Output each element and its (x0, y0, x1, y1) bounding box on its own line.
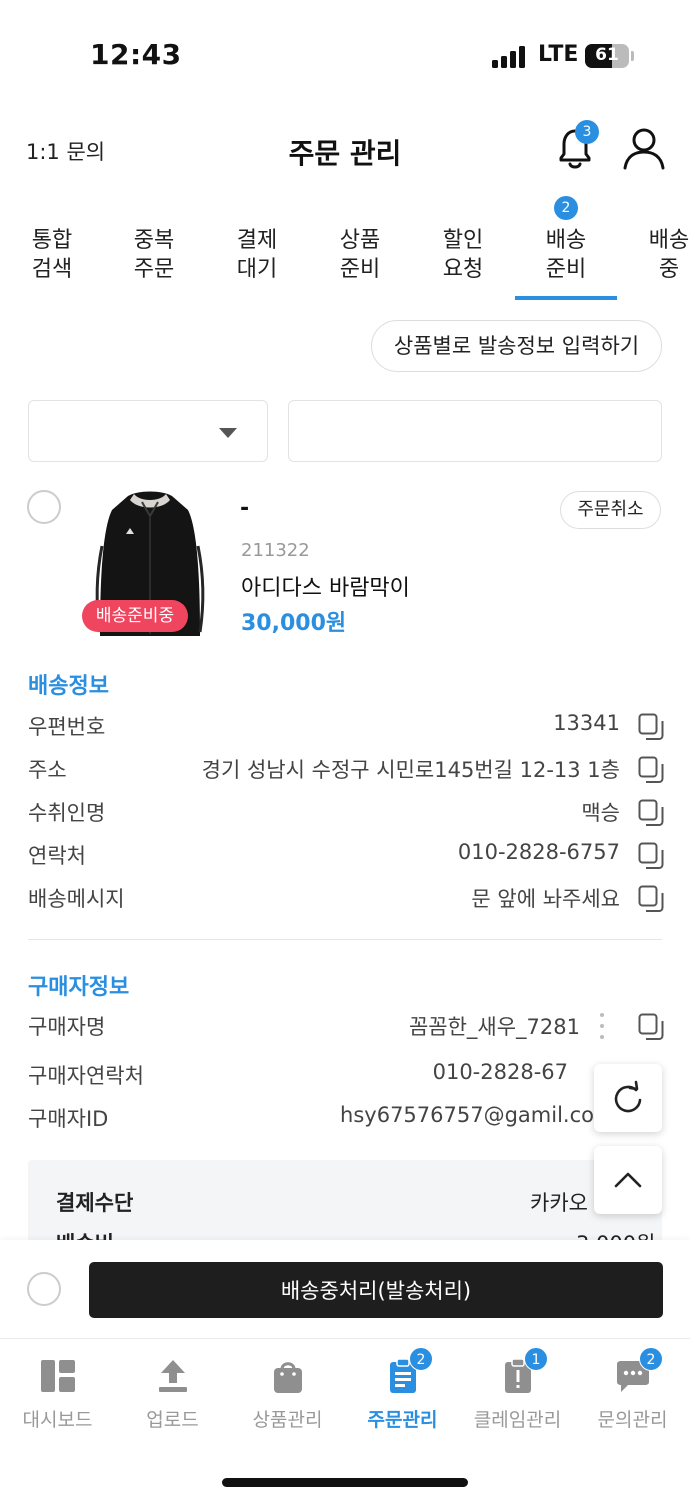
nav-inquiries[interactable]: 문의관리 2 (575, 1347, 690, 1441)
status-time: 12:43 (90, 38, 182, 71)
battery-percent: 61 (595, 45, 619, 65)
nav-badge: 2 (639, 1347, 663, 1371)
scroll-top-button[interactable] (594, 1146, 662, 1214)
dashboard-icon (41, 1360, 75, 1392)
battery-icon: 61 (585, 44, 629, 68)
order-option: - (240, 496, 250, 521)
cancel-order-button[interactable]: 주문취소 (560, 491, 661, 529)
tab-integrated-search[interactable]: 통합 검색 (0, 226, 104, 284)
order-select-radio[interactable] (27, 490, 61, 524)
tab-discount-request[interactable]: 할인 요청 (411, 226, 515, 284)
status-bar: 12:43 LTE 61 (0, 0, 690, 110)
nav-badge: 2 (409, 1347, 433, 1371)
user-icon[interactable] (620, 124, 668, 172)
copy-icon[interactable] (638, 1013, 664, 1041)
tab-shipping-prep[interactable]: 배송 준비 (514, 226, 618, 284)
order-status-tabs: 통합 검색 중복 주문 결제 대기 상품 준비 할인 요청 배송 준비 배송 중 (0, 190, 690, 302)
network-type: LTE (538, 42, 579, 67)
tab-duplicate-order[interactable]: 중복 주문 (102, 226, 206, 284)
more-options-icon[interactable] (598, 1013, 606, 1039)
order-status-badge: 배송준비중 (82, 600, 188, 632)
notification-badge: 3 (575, 120, 599, 144)
refresh-button[interactable] (594, 1064, 662, 1132)
chevron-up-icon (614, 1172, 642, 1188)
nav-dashboard[interactable]: 대시보드 (0, 1351, 115, 1441)
section-divider (28, 939, 662, 940)
shipping-row-phone: 연락처 010-2828-6757 (28, 834, 664, 874)
shipping-row-address: 주소 경기 성남시 수정구 시민로145번길 12-13 1층 (28, 748, 664, 788)
payment-method-value: 카카오 (530, 1191, 588, 1215)
copy-icon[interactable] (638, 842, 664, 870)
buyer-row-name: 구매자명 꼼꼼한_새우_7281 (28, 1005, 664, 1045)
nav-badge: 1 (524, 1347, 548, 1371)
tab-payment-pending[interactable]: 결제 대기 (205, 226, 309, 284)
active-tab-indicator (515, 296, 617, 300)
copy-icon[interactable] (638, 885, 664, 913)
buyer-info-title: 구매자정보 (28, 975, 130, 1000)
home-indicator (222, 1478, 468, 1487)
select-all-radio[interactable] (27, 1272, 61, 1306)
copy-icon[interactable] (638, 799, 664, 827)
product-price: 30,000원 (241, 611, 347, 636)
bulk-shipping-info-button[interactable]: 상품별로 발송정보 입력하기 (371, 320, 662, 372)
copy-icon[interactable] (638, 756, 664, 784)
tab-product-prep[interactable]: 상품 준비 (308, 226, 412, 284)
shipping-info-title: 배송정보 (28, 674, 109, 699)
caret-down-icon (219, 428, 237, 438)
copy-icon[interactable] (638, 713, 664, 741)
nav-orders[interactable]: 주문관리 2 (345, 1347, 460, 1441)
bottom-action-bar: 배송중처리(발송처리) (0, 1240, 690, 1338)
bottom-navigation: 대시보드 업로드 상품관리 주문관리 2 클레임관리 1 문의관리 2 (0, 1338, 690, 1500)
nav-products[interactable]: 상품관리 (230, 1351, 345, 1441)
tab-in-shipping[interactable]: 배송 중 (617, 226, 690, 284)
shipping-row-message: 배송메시지 문 앞에 놔주세요 (28, 877, 664, 917)
nav-claims[interactable]: 클레임관리 1 (460, 1347, 575, 1441)
refresh-icon (614, 1080, 642, 1113)
shipping-row-zipcode: 우편번호 13341 (28, 705, 664, 745)
process-shipping-button[interactable]: 배송중처리(발송처리) (89, 1262, 663, 1318)
search-input[interactable] (288, 400, 662, 462)
buyer-row-phone: 구매자연락처 010-2828-67 (28, 1060, 568, 1088)
product-name: 아디다스 바람막이 (241, 576, 410, 601)
buyer-row-id: 구매자ID hsy67576757@gamil.co (28, 1103, 594, 1131)
tab-badge: 2 (554, 196, 578, 220)
order-number: 211322 (241, 540, 310, 561)
filter-select[interactable] (28, 400, 268, 462)
signal-icon (492, 46, 526, 68)
shopping-bag-icon (274, 1362, 302, 1393)
nav-upload[interactable]: 업로드 (115, 1351, 230, 1441)
upload-icon (159, 1360, 187, 1392)
payment-method-label: 결제수단 (56, 1191, 134, 1215)
shipping-row-recipient: 수취인명 맥승 (28, 791, 664, 831)
